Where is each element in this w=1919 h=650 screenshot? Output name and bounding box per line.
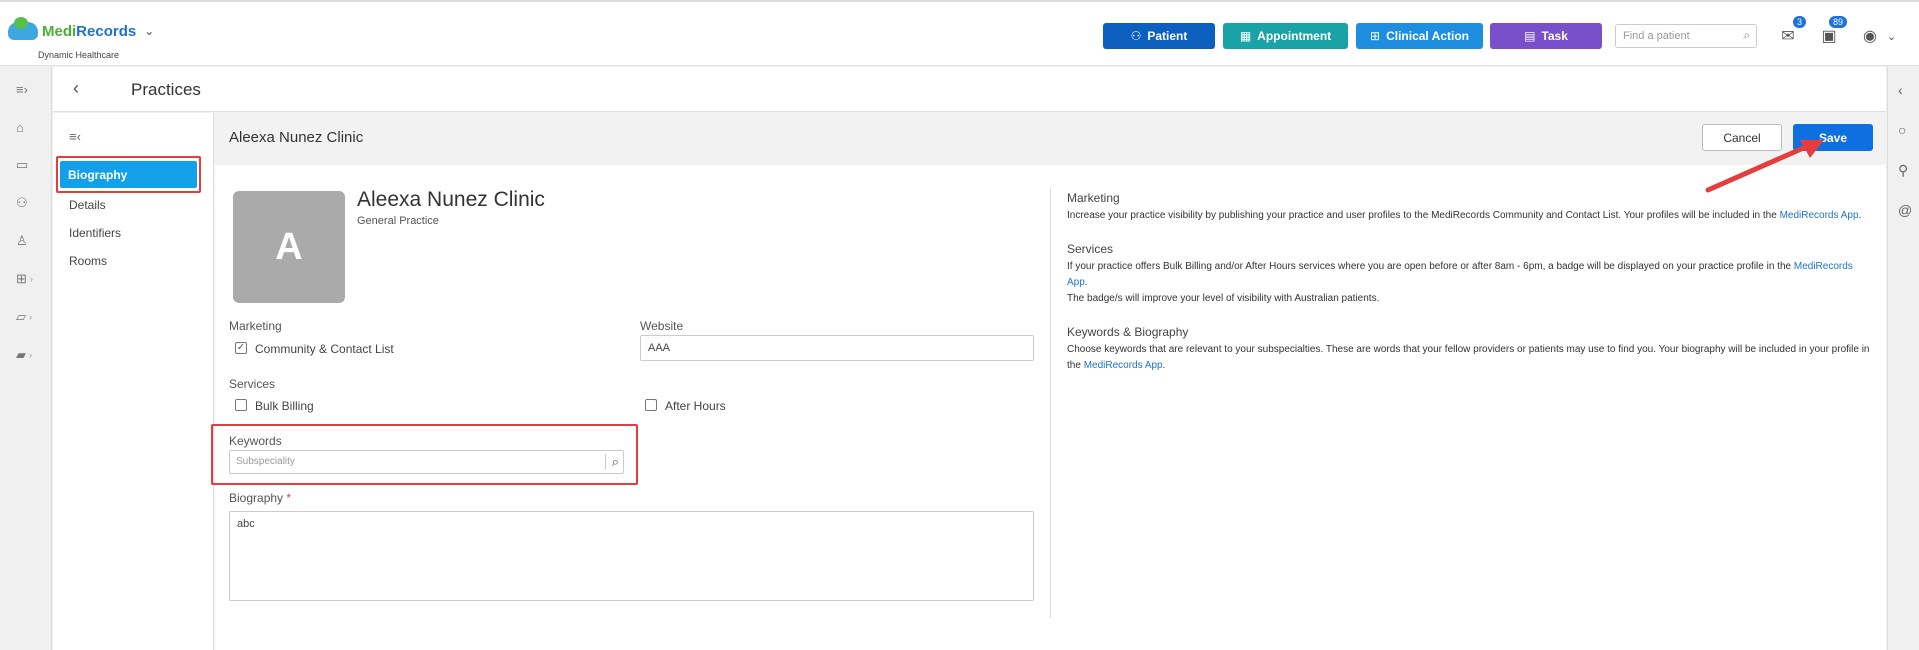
- keywords-label: Keywords: [229, 434, 282, 448]
- info-services-title: Services: [1067, 242, 1114, 256]
- website-label: Website: [640, 319, 684, 333]
- subnav-item-details[interactable]: Details: [69, 198, 106, 212]
- expand-menu-icon[interactable]: ≡›: [16, 80, 38, 98]
- keywords-placeholder: Subspeciality: [236, 456, 295, 467]
- panel-title: Aleexa Nunez Clinic: [229, 129, 364, 146]
- subnav-item-identifiers[interactable]: Identifiers: [69, 226, 121, 240]
- annotation-arrow: [1705, 140, 1824, 193]
- logo-text: MediRecords: [42, 22, 137, 40]
- services-label: Services: [229, 377, 276, 391]
- info-keywords-title: Keywords & Biography: [1067, 325, 1189, 339]
- left-icon-rail: ≡› ⌂ ▭ ⚇ ♙ ⊞ › ▱ › ▰ ›: [0, 66, 52, 650]
- top-header: MediRecords ⌄ Dynamic Healthcare ⚇ Patie…: [0, 0, 1919, 66]
- bulk-billing-checkbox[interactable]: [235, 399, 247, 411]
- at-mention-icon[interactable]: @: [1898, 202, 1912, 218]
- appointment-button[interactable]: ▦ Appointment: [1223, 23, 1348, 49]
- chevron-down-icon[interactable]: ⌄: [1887, 30, 1896, 43]
- biography-panel: Aleexa Nunez Clinic Cancel Save A Aleexa…: [211, 113, 1886, 650]
- practice-subnav: ≡‹ Biography Details Identifiers Rooms: [53, 113, 214, 650]
- find-patient-placeholder: Find a patient: [1623, 30, 1690, 42]
- mail-badge: 3: [1792, 16, 1806, 28]
- page-header: ‹ Practices: [53, 67, 1886, 112]
- chat-icon[interactable]: ○: [1898, 122, 1906, 138]
- clipboard-icon: ▤: [1524, 29, 1536, 43]
- back-chevron-icon[interactable]: ‹: [73, 78, 79, 99]
- info-marketing-text: Increase your practice visibility by pub…: [1067, 210, 1862, 221]
- community-label: Community & Contact List: [255, 342, 394, 356]
- clinical-action-button[interactable]: ⊞ Clinical Action: [1356, 23, 1483, 49]
- keywords-input[interactable]: Subspeciality ⌕: [229, 450, 624, 474]
- chevron-left-icon[interactable]: ‹: [1898, 82, 1903, 98]
- home-icon[interactable]: ⌂: [16, 118, 38, 136]
- website-input[interactable]: AAA: [640, 335, 1034, 361]
- tasks-badge: 89: [1828, 16, 1847, 28]
- info-marketing-title: Marketing: [1067, 191, 1120, 205]
- subnav-item-rooms[interactable]: Rooms: [69, 254, 107, 268]
- practice-avatar[interactable]: A: [233, 191, 345, 303]
- medical-kit-icon: ⊞: [1370, 29, 1381, 43]
- logo-cloud-icon: [8, 17, 38, 40]
- calendar-icon[interactable]: ▭: [16, 156, 38, 174]
- after-hours-label: After Hours: [665, 399, 726, 413]
- marketing-label: Marketing: [229, 319, 282, 333]
- medirecords-logo[interactable]: MediRecords ⌄: [8, 17, 154, 40]
- task-button[interactable]: ▤ Task: [1490, 23, 1602, 49]
- medirecords-app-link[interactable]: MediRecords App: [1780, 210, 1859, 221]
- chevron-down-icon[interactable]: ⌄: [144, 24, 154, 38]
- folder-icon[interactable]: ▱ ›: [16, 308, 38, 326]
- users-icon[interactable]: ⚇: [16, 194, 38, 212]
- calendar-plus-icon: ▦: [1239, 29, 1252, 43]
- section-divider: [1050, 188, 1051, 618]
- collapse-menu-icon[interactable]: ≡‹: [69, 129, 81, 144]
- mail-icon[interactable]: ✉ 3: [1776, 16, 1806, 48]
- folder-plus-icon[interactable]: ▰ ›: [16, 346, 38, 364]
- task-calendar-icon[interactable]: ▣ 89: [1817, 16, 1847, 48]
- medirecords-app-link[interactable]: MediRecords App: [1084, 360, 1163, 371]
- clinic-name: Aleexa Nunez Clinic: [357, 188, 545, 211]
- highlight-box: [56, 156, 201, 193]
- info-services-text: If your practice offers Bulk Billing and…: [1067, 261, 1853, 304]
- person-icon[interactable]: ♙: [16, 232, 38, 250]
- right-icon-rail: ‹ ○ ⚲ @: [1887, 66, 1919, 650]
- panel-header: Aleexa Nunez Clinic Cancel Save: [215, 113, 1886, 165]
- info-keywords-text: Choose keywords that are relevant to you…: [1067, 344, 1870, 371]
- after-hours-checkbox[interactable]: [645, 399, 657, 411]
- clinic-type: General Practice: [357, 215, 439, 227]
- page-title: Practices: [131, 80, 201, 99]
- search-icon[interactable]: ⌕: [604, 454, 619, 470]
- pin-icon[interactable]: ⚲: [1898, 162, 1908, 179]
- biography-label: Biography *: [229, 491, 292, 505]
- community-checkbox[interactable]: ✓: [235, 342, 247, 354]
- user-account-icon[interactable]: ◉: [1858, 24, 1882, 48]
- bulk-billing-label: Bulk Billing: [255, 399, 314, 413]
- required-asterisk: *: [286, 491, 292, 505]
- find-patient-search[interactable]: Find a patient ⌕: [1615, 24, 1757, 48]
- biography-textarea[interactable]: abc: [229, 511, 1034, 601]
- logo-subtitle: Dynamic Healthcare: [38, 50, 120, 60]
- patient-button[interactable]: ⚇ Patient: [1103, 23, 1215, 49]
- person-plus-icon: ⚇: [1130, 29, 1142, 43]
- grid-apps-icon[interactable]: ⊞ ›: [16, 270, 38, 288]
- search-icon[interactable]: ⌕: [1743, 28, 1750, 43]
